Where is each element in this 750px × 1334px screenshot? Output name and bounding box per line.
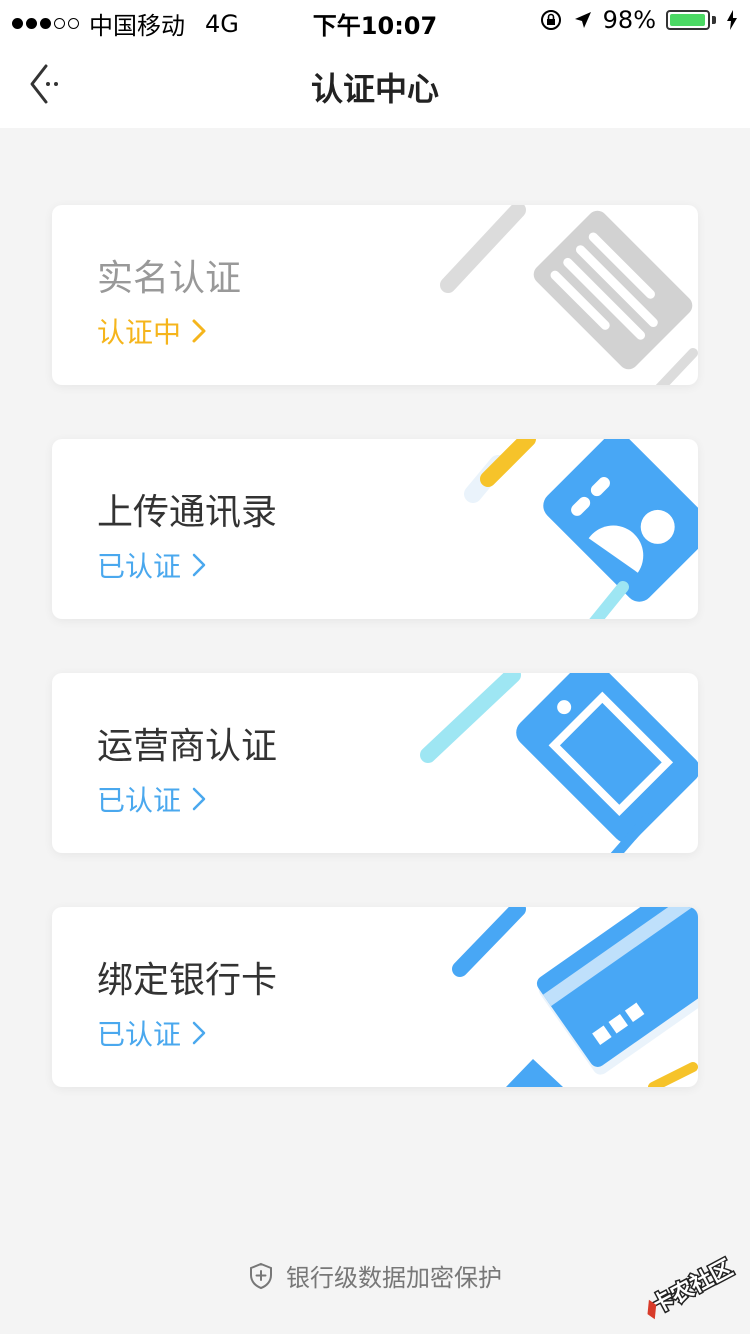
- card-title: 绑定银行卡: [97, 960, 278, 1001]
- chevron-right-icon: [192, 1021, 206, 1045]
- contacts-icon: [464, 439, 698, 619]
- card-status-label: 认证中: [97, 316, 182, 349]
- rotation-lock-icon: [540, 10, 561, 30]
- card-real-name-verification[interactable]: 实名认证 认证中: [52, 205, 698, 385]
- charging-bolt-icon: [727, 10, 737, 30]
- card-status: 认证中: [97, 311, 207, 351]
- battery-fill: [670, 14, 706, 26]
- status-bar-right: 98%: [539, 6, 738, 34]
- bank-card-icon: [452, 907, 698, 1087]
- location-arrow-icon: [574, 12, 591, 28]
- card-status: 已认证: [97, 545, 207, 585]
- watermark-icon: 卡农社区: [646, 1253, 739, 1320]
- card-status: 已认证: [97, 1013, 207, 1053]
- battery-icon: [666, 10, 710, 30]
- svg-text:卡农社区: 卡农社区: [647, 1255, 737, 1319]
- shield-icon: [250, 1262, 272, 1289]
- chevron-right-icon: [192, 787, 206, 811]
- card-status-label: 已认证: [97, 550, 182, 583]
- card-status-label: 已认证: [97, 1018, 182, 1051]
- card-status: 已认证: [97, 779, 207, 819]
- card-title: 运营商认证: [97, 726, 278, 767]
- card-title: 实名认证: [97, 258, 242, 299]
- card-carrier-verification[interactable]: 运营商认证 已认证: [52, 673, 698, 853]
- battery-percent: 98%: [602, 6, 656, 34]
- status-bar: 中国移动 4G 下午10:07 98%: [0, 0, 750, 40]
- watermark-logo: 卡农社区: [632, 1244, 742, 1324]
- battery-tip: [712, 16, 716, 24]
- page-title: 认证中心: [310, 70, 439, 108]
- card-upload-contacts[interactable]: 上传通讯录 已认证: [52, 439, 698, 619]
- footer-text: 银行级数据加密保护: [286, 1264, 502, 1292]
- chevron-right-icon: [192, 319, 206, 343]
- card-bind-bank-card[interactable]: 绑定银行卡 已认证: [52, 907, 698, 1087]
- chevron-right-icon: [192, 553, 206, 577]
- phone-icon: [420, 673, 698, 853]
- id-document-icon: [440, 205, 698, 385]
- card-status-label: 已认证: [97, 784, 182, 817]
- card-title: 上传通讯录: [97, 492, 278, 533]
- navigation-bar: 认证中心: [0, 40, 750, 128]
